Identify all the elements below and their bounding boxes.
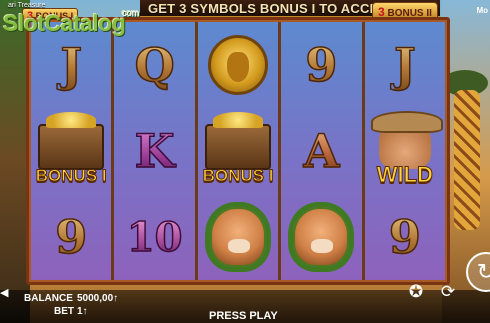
more-menu-label[interactable]: Mo <box>476 6 488 15</box>
balance-label: BALANCE <box>24 293 73 304</box>
spin-icon: ↻ <box>476 259 490 284</box>
bonus-label: BONUS I <box>202 166 274 186</box>
reels-grid: J BONUS I 9 Q K 10 BONUS I 9 A J WILD 9 <box>31 22 446 280</box>
bonus-label: BONUS I <box>35 166 107 186</box>
giraffe-figure <box>454 90 480 230</box>
reel-3: BONUS I <box>197 22 279 280</box>
symbol-j: J <box>367 26 443 104</box>
autoplay-icon[interactable]: ⟳ <box>437 281 459 303</box>
bet-value[interactable]: 1↑ <box>77 306 88 317</box>
symbol-9: 9 <box>33 198 109 276</box>
symbol-cougar <box>283 198 359 276</box>
symbol-bonus-chest: BONUS I <box>200 112 276 190</box>
watermark-logo-text: SlotCatalog <box>3 10 126 36</box>
reel-2: Q K 10 <box>114 22 195 280</box>
symbol-10: 10 <box>117 198 193 276</box>
treasure-chest-icon <box>205 112 272 170</box>
symbol-wild-explorer: WILD <box>367 111 443 190</box>
symbol-q: Q <box>117 26 193 104</box>
symbol-a: A <box>283 112 359 190</box>
sound-icon[interactable]: ◀ <box>0 286 12 300</box>
symbol-letter: 9 <box>54 209 88 265</box>
symbol-letter: J <box>60 37 83 93</box>
balance-value: 5000,00↑ <box>77 293 119 304</box>
symbol-letter: 9 <box>305 37 339 93</box>
symbol-letter: Q <box>134 37 176 93</box>
treasure-chest-icon <box>38 112 105 170</box>
symbol-letter: A <box>303 123 340 179</box>
symbol-9: 9 <box>367 198 443 276</box>
game-title: ari Treasure <box>8 2 46 9</box>
watermark-logo: SlotCatalog com <box>3 8 140 37</box>
symbol-letter: J <box>393 37 416 93</box>
cougar-icon <box>210 207 267 267</box>
wild-label: WILD <box>376 162 433 188</box>
reel-4: 9 A <box>281 22 362 280</box>
watermark-suffix: com <box>122 8 140 18</box>
symbol-cougar <box>200 198 276 276</box>
settings-icon[interactable]: ✪ <box>405 281 427 303</box>
symbol-golden-lion <box>200 26 276 104</box>
symbol-letter: K <box>134 123 175 179</box>
reel-1: J BONUS I 9 <box>31 22 112 280</box>
golden-lion-icon <box>208 35 269 95</box>
symbol-bonus-chest: BONUS I <box>33 112 109 190</box>
symbol-9: 9 <box>283 26 359 104</box>
bet-label: BET <box>54 306 74 317</box>
symbol-k: K <box>117 112 193 190</box>
symbol-letter: 9 <box>388 209 422 265</box>
cougar-icon <box>293 207 350 267</box>
reel-5: J WILD 9 <box>364 22 446 280</box>
press-play-prompt: PRESS PLAY <box>209 310 278 322</box>
symbol-j: J <box>33 26 109 104</box>
symbol-letter: 10 <box>126 213 183 262</box>
